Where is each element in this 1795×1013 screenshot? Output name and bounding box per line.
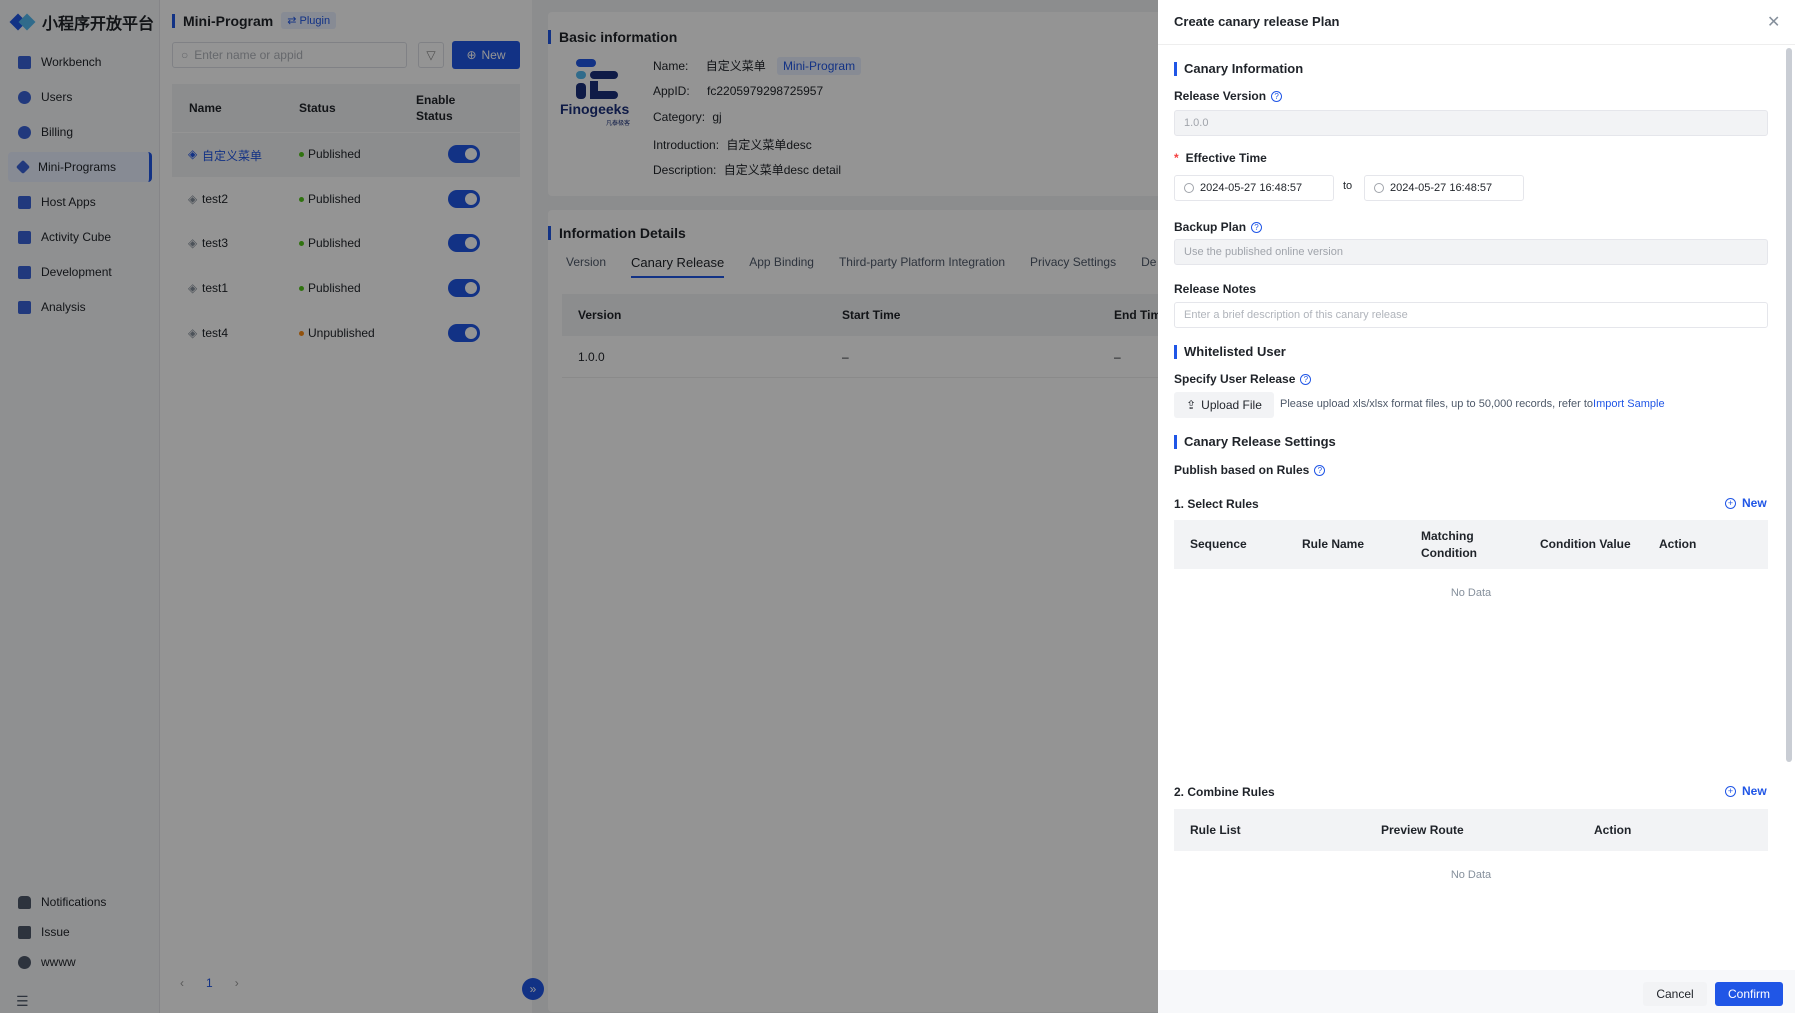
col-action: Action xyxy=(1594,823,1632,837)
canary-settings-section: Canary Release Settings xyxy=(1174,434,1336,449)
effective-time-label: * Effective Time xyxy=(1174,151,1267,165)
select-rules-empty: No Data xyxy=(1450,587,1492,599)
cancel-button[interactable]: Cancel xyxy=(1643,982,1707,1006)
specify-user-text: Specify User Release xyxy=(1174,372,1296,386)
modal-overlay[interactable] xyxy=(0,0,1158,1013)
confirm-button[interactable]: Confirm xyxy=(1715,982,1783,1006)
release-version-text: Release Version xyxy=(1174,89,1267,103)
date-range-separator: to xyxy=(1343,180,1353,192)
col-rule-name: Rule Name xyxy=(1302,537,1365,551)
new-label: New xyxy=(1742,784,1767,798)
upload-icon: ⇪ xyxy=(1186,398,1197,412)
drawer-scrollbar[interactable] xyxy=(1786,48,1792,762)
whitelist-section: Whitelisted User xyxy=(1174,344,1286,359)
backup-plan-text: Backup Plan xyxy=(1174,220,1247,234)
drawer-title: Create canary release Plan xyxy=(1174,14,1340,29)
col-matching-condition: Matching Condition xyxy=(1421,529,1477,560)
add-select-rule-button[interactable]: + New xyxy=(1725,496,1767,510)
import-sample-link[interactable]: Import Sample xyxy=(1593,398,1665,410)
end-date-value: 2024-05-27 16:48:57 xyxy=(1390,182,1493,194)
upload-hint-text: Please upload xls/xlsx format files, up … xyxy=(1280,398,1594,410)
col-action: Action xyxy=(1659,537,1697,551)
section-accent-bar xyxy=(1174,434,1177,449)
clock-icon xyxy=(1184,183,1194,193)
specify-user-label: Specify User Release ? xyxy=(1174,372,1312,386)
release-version-value: 1.0.0 xyxy=(1184,117,1209,129)
canary-info-title: Canary Information xyxy=(1184,61,1304,76)
plus-circle-icon: + xyxy=(1725,497,1736,509)
release-version-field: 1.0.0 xyxy=(1174,110,1768,136)
add-combine-rule-button[interactable]: + New xyxy=(1725,784,1767,798)
backup-plan-value: Use the published online version xyxy=(1184,246,1343,258)
help-icon[interactable]: ? xyxy=(1271,90,1283,102)
col-preview-route: Preview Route xyxy=(1381,823,1464,837)
upload-hint: Please upload xls/xlsx format files, up … xyxy=(1280,398,1665,410)
effective-time-text: Effective Time xyxy=(1185,151,1267,165)
whitelist-title: Whitelisted User xyxy=(1184,344,1286,359)
upload-label: Upload File xyxy=(1201,398,1262,412)
combine-rules-empty: No Data xyxy=(1450,869,1492,881)
create-canary-drawer: Create canary release Plan ✕ Canary Info… xyxy=(1158,0,1795,1013)
release-notes-text: Release Notes xyxy=(1174,282,1257,296)
combine-rules-table-header: Rule List Preview Route Action xyxy=(1174,809,1768,851)
section-accent-bar xyxy=(1174,344,1177,359)
release-version-label: Release Version ? xyxy=(1174,89,1283,103)
end-date-picker[interactable]: 2024-05-27 16:48:57 xyxy=(1364,175,1524,201)
new-label: New xyxy=(1742,496,1767,510)
help-icon[interactable]: ? xyxy=(1314,464,1326,476)
canary-info-section: Canary Information xyxy=(1174,61,1303,76)
canary-settings-title: Canary Release Settings xyxy=(1184,434,1336,449)
release-notes-placeholder: Enter a brief description of this canary… xyxy=(1184,309,1408,321)
col-condition-value: Condition Value xyxy=(1540,537,1631,551)
clock-icon xyxy=(1374,183,1384,193)
plus-circle-icon: + xyxy=(1725,785,1736,797)
close-icon[interactable]: ✕ xyxy=(1767,12,1780,32)
col-rule-list: Rule List xyxy=(1190,823,1241,837)
combine-rules-label: 2. Combine Rules xyxy=(1174,785,1275,799)
publish-rules-label: Publish based on Rules ? xyxy=(1174,463,1326,477)
help-icon[interactable]: ? xyxy=(1251,221,1263,233)
publish-rules-text: Publish based on Rules xyxy=(1174,463,1310,477)
upload-file-button[interactable]: ⇪ Upload File xyxy=(1174,392,1274,418)
start-date-picker[interactable]: 2024-05-27 16:48:57 xyxy=(1174,175,1334,201)
select-rules-table-header: Sequence Rule Name Matching Condition Co… xyxy=(1174,520,1768,569)
col-sequence: Sequence xyxy=(1190,537,1247,551)
section-accent-bar xyxy=(1174,61,1177,76)
backup-plan-field: Use the published online version xyxy=(1174,239,1768,265)
required-asterisk: * xyxy=(1174,151,1179,165)
release-notes-input[interactable]: Enter a brief description of this canary… xyxy=(1174,302,1768,328)
select-rules-label: 1. Select Rules xyxy=(1174,497,1259,511)
release-notes-label: Release Notes xyxy=(1174,282,1256,296)
start-date-value: 2024-05-27 16:48:57 xyxy=(1200,182,1303,194)
backup-plan-label: Backup Plan ? xyxy=(1174,220,1263,234)
help-icon[interactable]: ? xyxy=(1300,373,1312,385)
